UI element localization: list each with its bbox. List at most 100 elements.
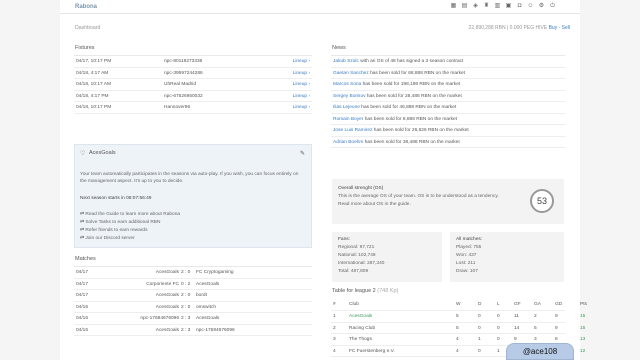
settings-icon[interactable]: ⚙ — [538, 3, 545, 10]
player-link[interactable]: Adrian Boehm — [333, 140, 363, 145]
edit-icon[interactable]: ✎ — [300, 150, 305, 157]
fixture-opponent[interactable]: npc-67526950032 — [164, 91, 203, 102]
overall-strength-box: Overall strenght (OS) This is the averag… — [332, 179, 564, 224]
league-cell: 0 — [478, 348, 481, 354]
tasks-link[interactable]: ⇄ Solve Tasks to earn additional RBN — [80, 219, 160, 226]
stats-icon[interactable]: ▥ — [494, 3, 501, 10]
league-header-cell: GD — [555, 302, 563, 307]
watermark-badge: @ace108 — [506, 343, 574, 360]
league-header-cell: GA — [534, 302, 541, 307]
player-link[interactable]: Romain Boyer — [333, 117, 363, 122]
player-link[interactable]: Jose Luis Ramirez — [333, 128, 372, 133]
league-cell: 15 — [580, 325, 586, 331]
match-home[interactable]: AcesGoals — [156, 302, 179, 313]
fixture-opponent[interactable]: UhReal Madrid — [164, 79, 196, 90]
league-title: Table for league 2 (748 Kp) — [332, 288, 399, 294]
fans-international: International: 287,340 — [338, 261, 385, 266]
match-home[interactable]: AcesGoals — [156, 325, 179, 336]
match-row: 04/17 Corporiente FC 0 : 2 AcesGoals — [74, 279, 312, 290]
match-home[interactable]: AcesGoals — [156, 267, 179, 278]
lost-count: Lost: 211 — [456, 261, 476, 266]
fixture-opponent[interactable]: npc-80118273336 — [164, 56, 202, 67]
league-cell: 2 — [333, 325, 336, 331]
league-row: 1 AcesGoals 5 0 0 11 2 9 15 — [331, 311, 585, 323]
fixtures-title: Fixtures — [75, 45, 95, 51]
trophy-icon[interactable]: ♜ — [483, 3, 490, 10]
all-matches-title: All matches: — [456, 237, 483, 242]
gift-icon[interactable]: ◘ — [516, 3, 523, 10]
strength-title: Overall strenght (OS) — [338, 186, 384, 191]
news-item: Jakub Szulc with an OS of 48 has signed … — [331, 56, 565, 68]
all-matches-box: All matches: Played: 755 Won: 437 Lost: … — [450, 232, 564, 282]
league-club[interactable]: FC Fuerstenberg e.V. — [349, 346, 395, 357]
match-home[interactable]: Corporiente FC — [146, 279, 179, 290]
league-cell: 0 — [478, 314, 481, 319]
fixture-opponent[interactable]: npc-39597244286 — [164, 68, 203, 79]
player-link[interactable]: Jakub Szulc — [333, 59, 359, 64]
match-score: 2 : 3 — [181, 327, 191, 333]
team-icon[interactable]: ▤ — [461, 3, 468, 10]
player-link[interactable]: Marcos Soria — [333, 82, 361, 87]
brand-logo[interactable]: Rabona — [75, 4, 97, 10]
match-score: 0 : 2 — [181, 281, 191, 287]
league-cell: 1 — [333, 314, 336, 319]
league-club[interactable]: AcesGoals — [349, 311, 372, 322]
league-cell: 5 — [456, 325, 459, 331]
strength-value: 53 — [530, 189, 554, 213]
league-club[interactable]: Racing Club — [349, 323, 375, 334]
match-row: 04/16 AcesGoals 2 : 3 npc-17684676096 — [74, 325, 312, 336]
match-home[interactable]: AcesGoals — [156, 290, 179, 301]
user-icon[interactable]: ☺ — [527, 3, 534, 10]
guide-link[interactable]: ⇄ Read the Guide to learn more about Rab… — [80, 211, 180, 218]
match-row: 04/16 npc-17684676096 2 : 3 AcesGoals — [74, 313, 312, 325]
league-club[interactable]: The Thogs — [349, 334, 372, 345]
player-link[interactable]: Gaetan Sanchez — [333, 71, 369, 76]
match-home[interactable]: npc-17684676096 — [140, 313, 179, 324]
news-text: Marcos Soria has been sold for 198,198 R… — [333, 82, 461, 87]
info-icon: ♡ — [80, 151, 86, 157]
league-cell: 4 — [456, 337, 459, 342]
player-link[interactable]: Sergey Borisov — [333, 94, 366, 99]
lineup-link[interactable]: Lineup › — [293, 91, 310, 102]
balance-value: 22,890,288 RBN | 0.000 PEG HIVE — [468, 25, 548, 31]
lineup-link[interactable]: Lineup › — [293, 102, 310, 113]
match-away[interactable]: FC Cryptogaming — [196, 267, 234, 278]
match-away[interactable]: omswitch — [196, 302, 216, 313]
lineup-link[interactable]: Lineup › — [293, 79, 310, 90]
player-link[interactable]: Ilias Lejeune — [333, 105, 360, 110]
match-row: 04/17 AcesGoals 2 : 0 bordt — [74, 290, 312, 302]
played-count: Played: 755 — [456, 245, 482, 250]
news-text: Jose Luis Ramirez has been sold for 26,6… — [333, 128, 469, 133]
fixture-date: 04/18, 10:17 AM — [76, 82, 111, 87]
fixture-opponent[interactable]: Hannover96 — [164, 102, 190, 113]
next-season: Next season starts in 08:07:56:49 — [80, 196, 152, 201]
match-away[interactable]: AcesGoals — [196, 279, 219, 290]
match-away[interactable]: npc-17684676096 — [196, 325, 235, 336]
strength-line2[interactable]: Read more about OS in the guide. — [338, 201, 411, 209]
league-cell: 14 — [514, 325, 520, 331]
shield-icon[interactable]: ◈ — [472, 3, 479, 10]
buy-sell-link[interactable]: Buy · Sell — [549, 25, 570, 31]
league-cell: 1 — [497, 348, 500, 354]
match-row: 04/16 AcesGoals 2 : 0 omswitch — [74, 302, 312, 313]
fixture-date: 04/17, 10:17 PM — [76, 59, 112, 64]
lineup-link[interactable]: Lineup › — [293, 68, 310, 79]
match-date: 04/17 — [76, 293, 89, 298]
refer-link[interactable]: ⇄ Refer friends to earn rewards — [80, 227, 147, 234]
match-away[interactable]: AcesGoals — [196, 313, 219, 324]
logout-icon[interactable]: ⏻ — [549, 3, 556, 10]
won-count: Won: 437 — [456, 253, 477, 258]
match-away[interactable]: bordt — [196, 290, 207, 301]
discord-link[interactable]: ⇄ Join our Discord server — [80, 235, 135, 242]
news-text: Sergey Borisov has been sold for 28,488 … — [333, 93, 462, 99]
market-icon[interactable]: ▦ — [450, 3, 457, 10]
match-score: 2 : 0 — [181, 270, 191, 275]
lineup-link[interactable]: Lineup › — [293, 56, 310, 67]
news-text: Ilias Lejeune has been sold for 46,888 R… — [333, 105, 457, 110]
team-info-box: ♡ AcesGoals ✎ Your team automatically pa… — [74, 144, 312, 248]
league-cell: 2 — [534, 314, 537, 319]
calendar-icon[interactable]: ▣ — [505, 3, 512, 10]
news-item: Romain Boyer has been sold for 8,888 RBN… — [331, 114, 565, 125]
league-header-cell: # — [333, 302, 336, 307]
top-icons: ▦ ▤ ◈ ♜ ▥ ▣ ◘ ☺ ⚙ ⏻ — [450, 3, 556, 10]
